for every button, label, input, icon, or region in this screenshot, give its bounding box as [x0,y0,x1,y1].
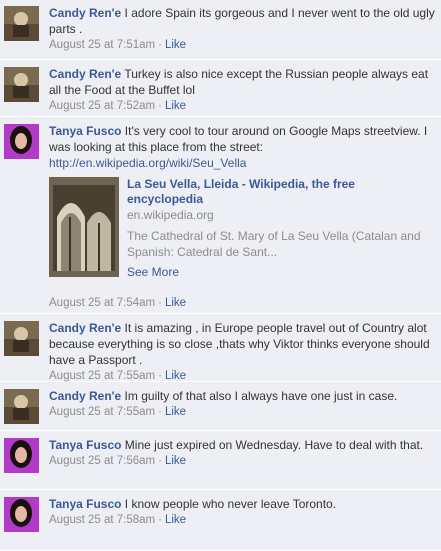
tanya-avatar-icon [4,438,39,473]
see-more-link[interactable]: See More [127,264,433,280]
tanya-avatar-icon [4,497,39,532]
comment-timestamp[interactable]: August 25 at 7:52am [49,100,155,112]
comment-timestamp[interactable]: August 25 at 7:56am [49,455,155,467]
comment-item: Tanya Fusco I know people who never leav… [0,491,441,551]
separator: · [158,39,162,51]
avatar[interactable] [4,124,39,159]
cathedral-image-icon [49,177,119,277]
comment-meta: August 25 at 7:55am · Like [49,404,437,420]
candy-avatar-icon [4,321,39,356]
like-link[interactable]: Like [165,100,186,112]
comment-author[interactable]: Candy Ren'e [49,6,121,20]
avatar[interactable] [4,438,39,473]
comment-timestamp[interactable]: August 25 at 7:55am [49,370,155,382]
separator: · [158,297,162,309]
candy-avatar-icon [4,389,39,424]
separator: · [158,370,162,382]
comment-author[interactable]: Tanya Fusco [49,438,121,452]
like-link[interactable]: Like [165,455,186,467]
comment-meta: August 25 at 7:55am · Like [49,368,437,384]
preview-domain: en.wikipedia.org [127,208,214,222]
comment-timestamp[interactable]: August 25 at 7:55am [49,406,155,418]
like-link[interactable]: Like [165,406,186,418]
comment-item: Candy Ren'e It is amazing , in Europe pe… [0,315,441,382]
comment-body: Candy Ren'e It is amazing , in Europe pe… [49,320,437,384]
wikipedia-link[interactable]: http://en.wikipedia.org/wiki/Seu_Vella [49,156,246,170]
comment-body: Tanya Fusco It's very cool to tour aroun… [49,123,437,311]
preview-description: The Cathedral of St. Mary of La Seu Vell… [127,229,421,259]
preview-text: La Seu Vella, Lleida - Wikipedia, the fr… [127,177,433,280]
comment-item: Candy Ren'e Turkey is also nice except t… [0,61,441,117]
comment-timestamp[interactable]: August 25 at 7:58am [49,514,155,526]
comment-author[interactable]: Candy Ren'e [49,67,121,81]
separator: · [158,406,162,418]
comment-author[interactable]: Tanya Fusco [49,497,121,511]
preview-thumbnail[interactable] [49,177,119,277]
separator: · [158,514,162,526]
avatar[interactable] [4,321,39,356]
tanya-avatar-icon [4,124,39,159]
comment-body: Tanya Fusco I know people who never leav… [49,496,437,528]
comment-author[interactable]: Tanya Fusco [49,124,121,138]
like-link[interactable]: Like [165,297,186,309]
comment-timestamp[interactable]: August 25 at 7:54am [49,297,155,309]
comment-meta: August 25 at 7:52am · Like [49,98,437,114]
like-link[interactable]: Like [165,370,186,382]
comment-item: Candy Ren'e Im guilty of that also I alw… [0,383,441,431]
preview-title[interactable]: La Seu Vella, Lleida - Wikipedia, the fr… [127,177,433,207]
comment-timestamp[interactable]: August 25 at 7:51am [49,39,155,51]
comment-author[interactable]: Candy Ren'e [49,321,121,335]
candy-avatar-icon [4,67,39,102]
comment-body: Candy Ren'e Im guilty of that also I alw… [49,388,437,420]
comment-body: Candy Ren'e Turkey is also nice except t… [49,66,437,114]
comment-item: Tanya Fusco It's very cool to tour aroun… [0,118,441,314]
like-link[interactable]: Like [165,39,186,51]
avatar[interactable] [4,67,39,102]
comment-meta: August 25 at 7:56am · Like [49,453,437,469]
comment-body: Candy Ren'e I adore Spain its gorgeous a… [49,5,437,53]
avatar[interactable] [4,497,39,532]
candy-avatar-icon [4,6,39,41]
separator: · [158,100,162,112]
comment-text: I know people who never leave Toronto. [121,497,337,511]
comment-text: Im guilty of that also I always have one… [121,389,398,403]
comment-text: Mine just expired on Wednesday. Have to … [121,438,424,452]
comment-item: Candy Ren'e I adore Spain its gorgeous a… [0,0,441,60]
comment-meta: August 25 at 7:54am · Like [49,295,437,311]
like-link[interactable]: Like [165,514,186,526]
separator: · [158,455,162,467]
avatar[interactable] [4,389,39,424]
link-preview[interactable]: La Seu Vella, Lleida - Wikipedia, the fr… [49,177,437,295]
avatar[interactable] [4,6,39,41]
comment-author[interactable]: Candy Ren'e [49,389,121,403]
comment-meta: August 25 at 7:51am · Like [49,37,437,53]
comment-item: Tanya Fusco Mine just expired on Wednesd… [0,432,441,490]
comment-body: Tanya Fusco Mine just expired on Wednesd… [49,437,437,469]
